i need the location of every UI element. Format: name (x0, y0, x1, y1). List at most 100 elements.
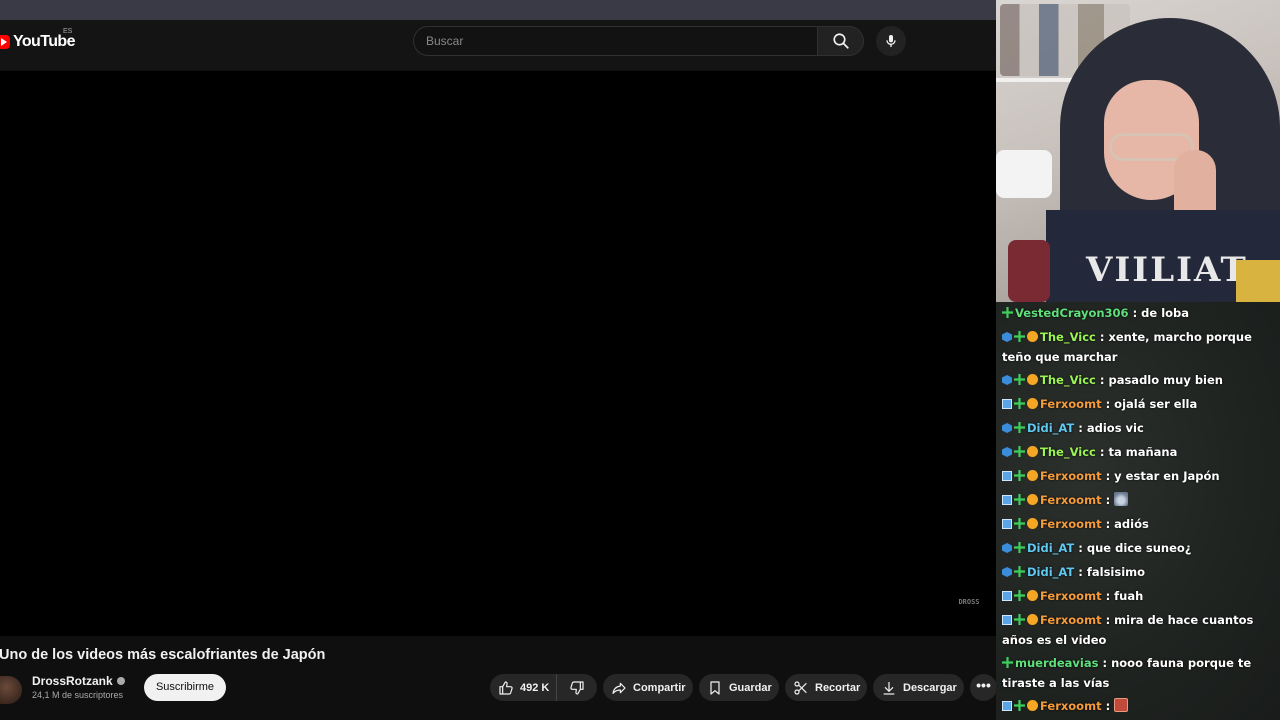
badge-green-icon (1014, 518, 1025, 529)
chat-separator: : (1101, 699, 1115, 713)
chat-message: The_Vicc : pasadlo muy bien (996, 369, 1280, 393)
chat-username[interactable]: VestedCrayon306 (1015, 306, 1129, 320)
channel-watermark[interactable]: DROSS (951, 598, 987, 618)
channel-name[interactable]: DrossRotzank (32, 674, 125, 688)
chat-username[interactable]: Ferxoomt (1040, 589, 1102, 603)
badge-x-icon (1002, 399, 1012, 409)
thumbs-up-icon (499, 680, 513, 695)
chat-username[interactable]: Ferxoomt (1040, 613, 1102, 627)
video-player[interactable] (0, 71, 996, 636)
chat-badges (1002, 492, 1040, 511)
like-dislike-group: 492 K (490, 674, 597, 701)
chat-text: que dice suneo¿ (1086, 541, 1192, 555)
search-button[interactable] (817, 26, 864, 56)
video-title: Uno de los videos más escalofriantes de … (0, 647, 326, 663)
chat-badges (1002, 444, 1040, 463)
badge-orange-icon (1027, 470, 1038, 481)
save-button[interactable]: Guardar (699, 674, 779, 701)
chat-badges (1002, 655, 1015, 674)
badge-blue-icon (1002, 375, 1012, 385)
badge-green-icon (1014, 700, 1025, 711)
badge-green-icon (1014, 494, 1025, 505)
chat-username[interactable]: Ferxoomt (1040, 397, 1102, 411)
badge-green-icon (1014, 566, 1025, 577)
chat-message: Didi_AT : que dice suneo¿ (996, 537, 1280, 561)
like-button[interactable]: 492 K (490, 674, 557, 701)
chat-separator: : (1101, 517, 1115, 531)
thumbs-down-icon (570, 680, 584, 695)
clip-button[interactable]: Recortar (785, 674, 867, 701)
chat-username[interactable]: Ferxoomt (1040, 493, 1102, 507)
chat-badges (1002, 396, 1040, 415)
chat-message: muerdeavias : nooo fauna porque te tiras… (996, 652, 1280, 695)
chat-message: Ferxoomt : y estar en Japón (996, 465, 1280, 489)
badge-blue-icon (1002, 423, 1012, 433)
chat-panel: VestedCrayon306 : de loba The_Vicc : xent… (996, 302, 1280, 720)
share-icon (612, 682, 626, 694)
chat-username[interactable]: Ferxoomt (1040, 469, 1102, 483)
channel-avatar[interactable] (0, 676, 22, 704)
chat-separator: : (1101, 613, 1115, 627)
chat-emote-bunny-icon (1114, 492, 1129, 506)
badge-orange-icon (1027, 518, 1038, 529)
share-button[interactable]: Compartir (603, 674, 693, 701)
chat-username[interactable]: Didi_AT (1027, 421, 1074, 435)
bookmark-icon (710, 680, 720, 695)
chat-username[interactable]: muerdeavias (1015, 656, 1098, 670)
badge-x-icon (1002, 471, 1012, 481)
chat-message: Ferxoomt : (996, 489, 1280, 513)
chat-badges (1002, 588, 1040, 607)
badge-orange-icon (1027, 590, 1038, 601)
chair-red (1008, 240, 1050, 302)
chat-username[interactable]: Didi_AT (1027, 565, 1074, 579)
chat-badges (1002, 420, 1027, 439)
chat-message: Didi_AT : adios vic (996, 417, 1280, 441)
chat-message: Ferxoomt : ojalá ser ella (996, 393, 1280, 417)
chat-text: adios vic (1086, 421, 1144, 435)
dislike-button[interactable] (557, 674, 597, 701)
chat-separator: : (1098, 656, 1112, 670)
chat-username[interactable]: Didi_AT (1027, 541, 1074, 555)
chat-username[interactable]: Ferxoomt (1040, 517, 1102, 531)
badge-green-icon (1014, 614, 1025, 625)
badge-blue-icon (1002, 447, 1012, 457)
youtube-logo[interactable]: YouTube ES (0, 28, 75, 52)
chat-separator: : (1095, 330, 1109, 344)
voice-search-button[interactable] (876, 26, 906, 56)
like-count: 492 K (520, 681, 550, 694)
chat-message: VestedCrayon306 : de loba (996, 302, 1280, 326)
chat-badges (1002, 468, 1040, 487)
download-button[interactable]: Descargar (873, 674, 964, 701)
share-label: Compartir (633, 681, 686, 694)
badge-green-icon (1014, 590, 1025, 601)
badge-orange-icon (1027, 700, 1038, 711)
chat-username[interactable]: The_Vicc (1040, 445, 1096, 459)
webcam-overlay: VIILIAT (996, 0, 1280, 302)
chat-username[interactable]: The_Vicc (1040, 330, 1096, 344)
chat-separator: : (1074, 541, 1087, 555)
badge-blue-icon (1002, 567, 1012, 577)
clip-label: Recortar (815, 681, 861, 694)
chat-message: Ferxoomt : (996, 695, 1280, 719)
badge-green-icon (1014, 374, 1025, 385)
chat-message: Ferxoomt : adiós (996, 513, 1280, 537)
chat-username[interactable]: The_Vicc (1040, 373, 1096, 387)
lamp (996, 150, 1052, 198)
subscribe-button[interactable]: Suscribirme (144, 674, 226, 701)
search-input[interactable]: Buscar (413, 26, 817, 56)
youtube-masthead: YouTube ES Buscar (0, 20, 996, 70)
shirt-text: VIILIAT (1086, 250, 1248, 290)
chat-message: The_Vicc : xente, marcho porque teño que… (996, 326, 1280, 369)
badge-green-icon (1014, 542, 1025, 553)
save-label: Guardar (729, 681, 772, 694)
more-actions-button[interactable]: ••• (970, 674, 997, 701)
subscriber-count: 24,1 M de suscriptores (32, 690, 124, 700)
country-code: ES (63, 28, 73, 35)
badge-orange-icon (1027, 398, 1038, 409)
chat-message: Ferxoomt : fuah (996, 585, 1280, 609)
chat-username[interactable]: Ferxoomt (1040, 699, 1102, 713)
scissors-icon (794, 680, 807, 695)
badge-green-icon (1014, 398, 1025, 409)
chat-separator: : (1095, 373, 1109, 387)
youtube-logo-text: YouTube (13, 33, 75, 50)
